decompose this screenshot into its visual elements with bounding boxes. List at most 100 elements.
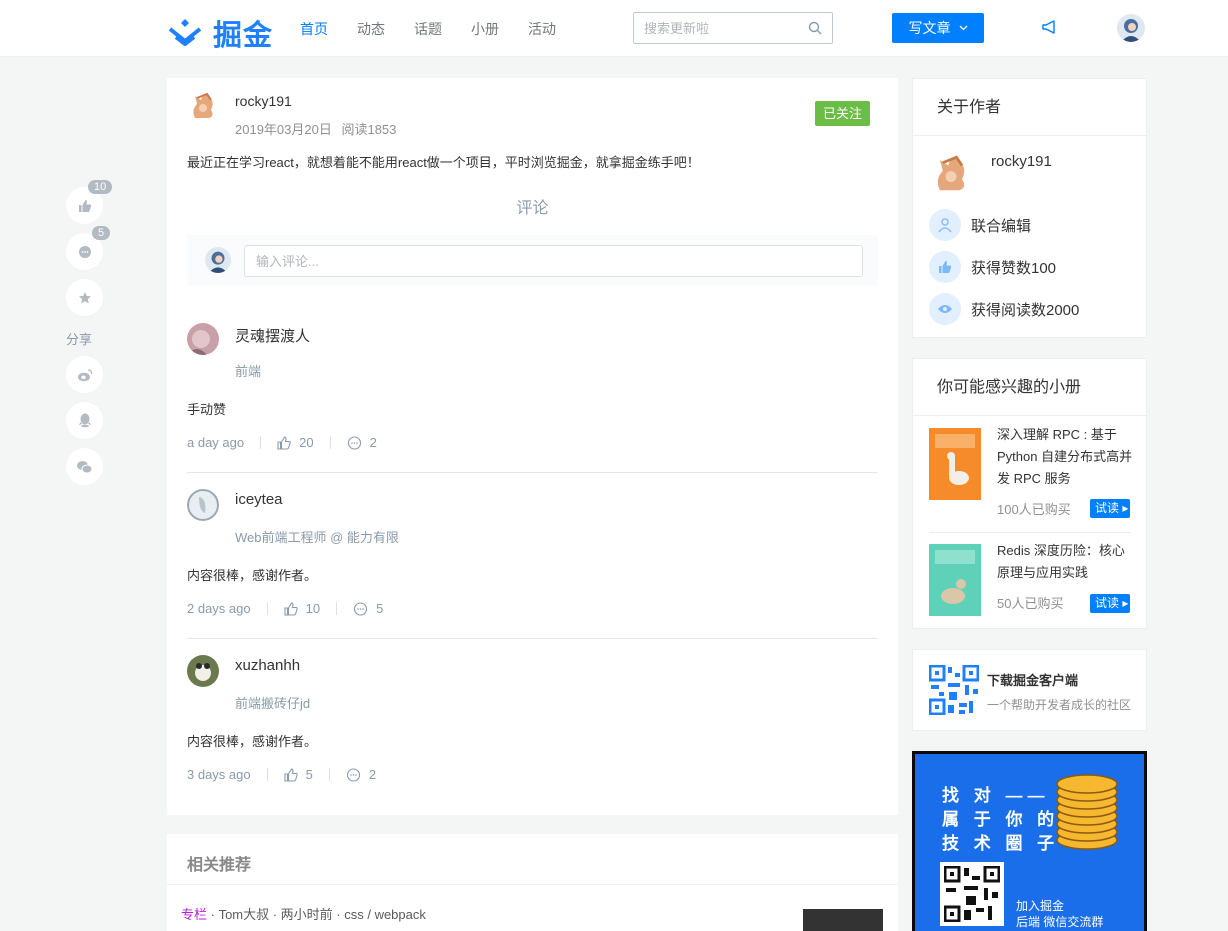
book-title[interactable]: Redis 深度历险：核心原理与应用实践 (997, 540, 1133, 584)
divider (266, 768, 268, 781)
book-title[interactable]: 深入理解 RPC : 基于 Python 自建分布式高并发 RPC 服务 (997, 424, 1133, 490)
post-body: 最近正在学习react，就想着能不能用react做一个项目，平时浏览掘金，就拿掘… (187, 155, 700, 170)
reply-icon[interactable] (347, 435, 362, 450)
announcement-icon[interactable] (1041, 19, 1057, 40)
about-author-name[interactable]: rocky191 (991, 153, 1052, 170)
collect-button[interactable] (66, 279, 103, 316)
about-author-avatar[interactable] (929, 149, 973, 193)
commenter-avatar[interactable] (187, 655, 219, 687)
comment-reply-count: 5 (376, 601, 384, 616)
ad-group-line: 后端 微信交流群 (1016, 915, 1104, 929)
about-role-text: 联合编辑 (971, 217, 1032, 235)
related-entry-meta[interactable]: 专栏 · Tom大叔 · 两小时前 · css / webpack (181, 904, 426, 923)
commenter-name[interactable]: 灵魂摆渡人 (235, 325, 310, 346)
nav-topics[interactable]: 话题 (402, 19, 454, 39)
about-row-role: 联合编辑 (929, 209, 1031, 241)
divider (167, 884, 898, 885)
commenter-avatar[interactable] (187, 323, 219, 355)
nav-activity[interactable]: 动态 (345, 19, 397, 39)
thumbs-up-icon[interactable] (277, 435, 291, 450)
juejin-logo[interactable]: 掘金 (167, 12, 273, 54)
divider (328, 768, 330, 781)
comment-footer: 3 days ago 5 2 (187, 767, 376, 782)
about-author-card: 关于作者 rocky191 联合编辑 获得赞数100 获得阅读数2000 (912, 78, 1147, 338)
qq-icon (78, 413, 91, 428)
try-read-button[interactable]: 试读 ▸ (1090, 594, 1130, 613)
about-row-reads: 获得阅读数2000 (929, 293, 1079, 325)
try-read-button[interactable]: 试读 ▸ (1090, 499, 1130, 518)
ad-line: 技 术 圈 子 (942, 834, 1060, 853)
author-name[interactable]: rocky191 (235, 93, 292, 109)
comment-form (187, 235, 878, 286)
divider (336, 602, 338, 615)
thumbs-up-icon[interactable] (284, 601, 298, 616)
divider (260, 436, 262, 449)
comment-footer: a day ago 20 2 (187, 435, 377, 450)
thumbs-up-icon[interactable] (284, 767, 298, 782)
try-read-label: 试读 (1095, 596, 1120, 610)
comment-count-badge: 5 (92, 226, 111, 240)
share-wechat-button[interactable] (66, 448, 103, 485)
reply-icon[interactable] (346, 767, 361, 782)
user-avatar[interactable] (1117, 14, 1145, 42)
comments-title: 评论 (516, 200, 549, 217)
current-user-avatar (205, 247, 231, 273)
write-article-button[interactable]: 写文章 (892, 13, 984, 43)
related-title: 相关推荐 (187, 857, 252, 874)
comment-footer: 2 days ago 10 5 (187, 601, 383, 616)
download-app-card[interactable]: 下载掘金客户端 一个帮助开发者成长的社区 (912, 649, 1147, 731)
divider (329, 436, 331, 449)
ad-line: 找 对 —— (942, 786, 1050, 805)
post-date: 2019年03月20日 (235, 122, 332, 137)
followed-button[interactable]: 已关注 (815, 101, 870, 126)
related-meta-text: · Tom大叔 · 两小时前 · css / webpack (207, 907, 426, 922)
coins-icon (1056, 774, 1118, 850)
share-weibo-button[interactable] (66, 356, 103, 393)
comment-input[interactable] (244, 245, 863, 277)
like-count-badge: 10 (88, 180, 113, 194)
ad-join-text: 加入掘金 后端 微信交流群 (1016, 898, 1103, 930)
comment-like-count: 20 (299, 435, 314, 450)
book-buyers: 50人已购买 (997, 596, 1064, 611)
juejin-logo-icon (168, 19, 202, 46)
comment-reply-count: 2 (369, 435, 377, 450)
download-title: 下载掘金客户端 (987, 673, 1079, 688)
thumbs-up-icon (929, 251, 961, 283)
author-avatar[interactable] (187, 88, 219, 120)
comment-like-count: 10 (305, 601, 321, 616)
comment-icon (78, 245, 91, 258)
try-read-label: 试读 (1095, 501, 1120, 515)
nav-home[interactable]: 首页 (288, 19, 340, 39)
related-tag[interactable]: 专栏 (181, 907, 207, 922)
nav-events[interactable]: 活动 (516, 19, 568, 39)
share-qq-button[interactable] (66, 402, 103, 439)
book-buyers: 100人已购买 (997, 502, 1071, 517)
book-cover[interactable] (929, 544, 981, 616)
nav-books[interactable]: 小册 (459, 19, 511, 39)
search-input[interactable] (634, 13, 794, 43)
comment-reply-count: 2 (368, 767, 377, 782)
comment-button[interactable]: 5 (66, 226, 111, 270)
article-panel: rocky191 2019年03月20日 阅读1853 已关注 最近正在学习re… (167, 78, 898, 815)
search-icon[interactable] (808, 21, 822, 40)
commenter-avatar[interactable] (187, 489, 219, 521)
comment-like-count: 5 (305, 767, 313, 782)
related-thumbnail[interactable] (803, 909, 883, 931)
like-button[interactable]: 10 (66, 180, 113, 224)
community-ad-banner[interactable]: 找 对 —— 属 于 你 的 技 术 圈 子 加入掘金 后端 微信交流群 (912, 751, 1147, 931)
comment-time: a day ago (187, 435, 245, 450)
reply-icon[interactable] (353, 601, 368, 616)
comment-time: 3 days ago (187, 767, 251, 782)
commenter-title: 前端 (235, 364, 262, 379)
book-cover[interactable] (929, 428, 981, 500)
post-reads: 阅读1853 (341, 122, 397, 137)
commenter-name[interactable]: xuzhanhh (235, 657, 300, 674)
commenter-name[interactable]: iceytea (235, 491, 283, 508)
comment-text: 手动赞 (187, 402, 227, 417)
about-author-title: 关于作者 (913, 79, 1146, 136)
thumbs-up-icon (78, 199, 91, 212)
commenter-title: Web前端工程师 @ 能力有限 (235, 530, 399, 545)
qr-code-icon (928, 664, 980, 716)
comment-text: 内容很棒，感谢作者。 (187, 734, 318, 749)
share-label: 分享 (66, 332, 93, 347)
